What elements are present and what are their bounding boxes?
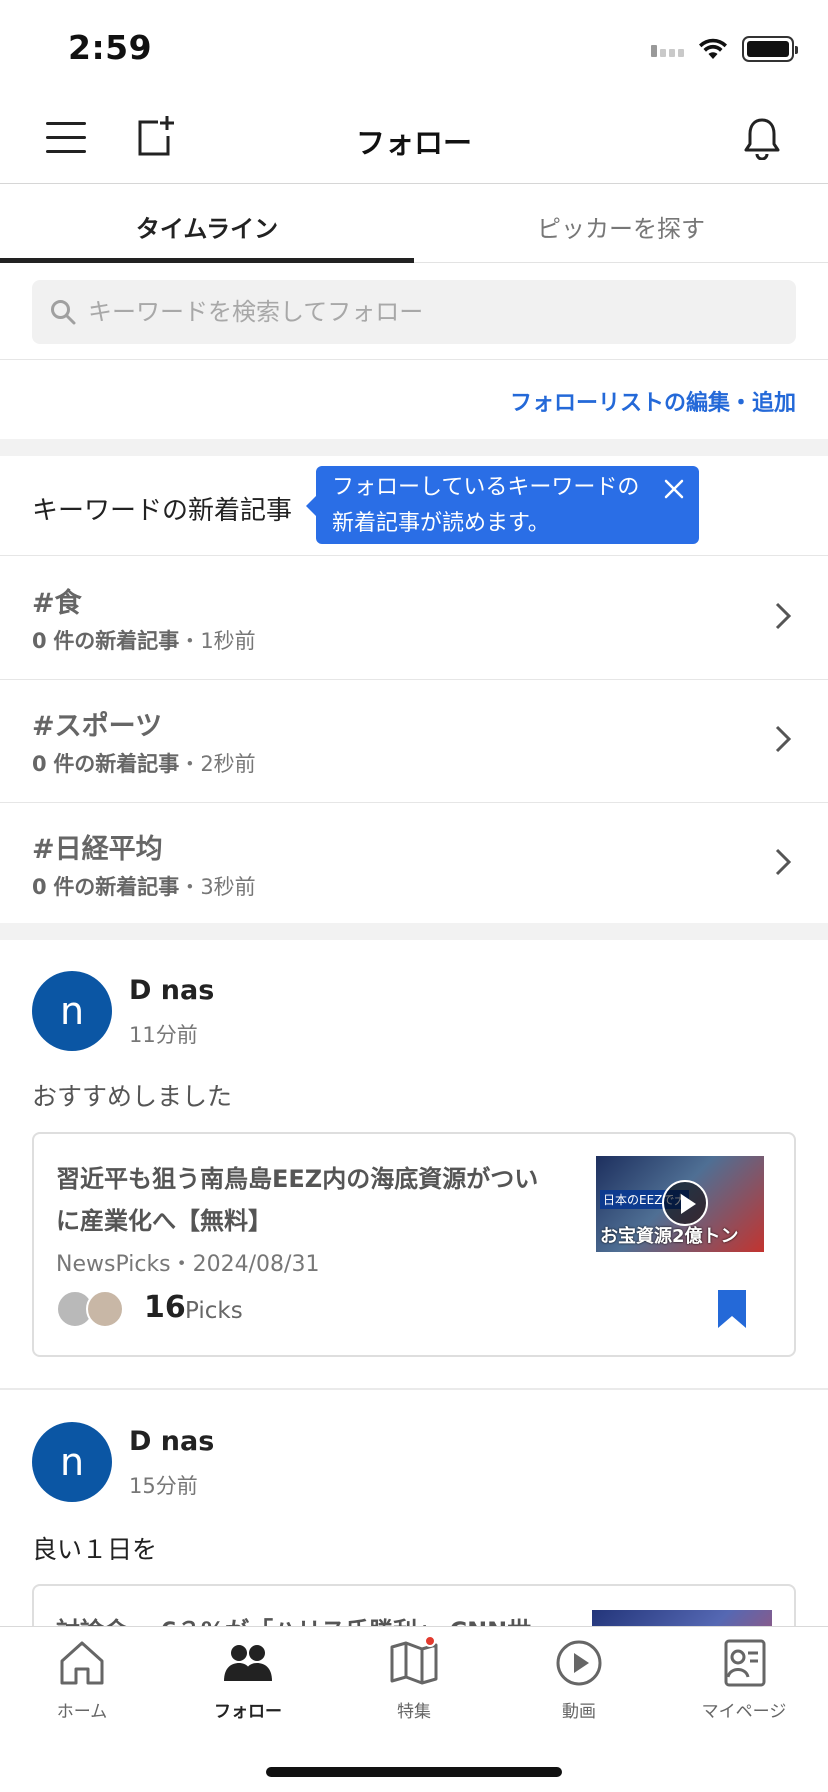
picker-avatars bbox=[56, 1290, 124, 1328]
picks-count: 16 bbox=[144, 1290, 186, 1325]
nav-features[interactable]: 特集 bbox=[354, 1635, 474, 1722]
search-bar[interactable] bbox=[32, 280, 796, 344]
page-title: フォロー bbox=[355, 126, 472, 160]
close-icon[interactable] bbox=[661, 476, 687, 502]
book-icon bbox=[388, 1635, 440, 1689]
section-divider bbox=[0, 439, 828, 456]
battery-icon bbox=[742, 36, 798, 62]
keyword-name: #日経平均 bbox=[32, 834, 163, 865]
nav-mypage[interactable]: マイページ bbox=[684, 1637, 804, 1722]
post-username[interactable]: D nas bbox=[129, 1426, 214, 1457]
post-divider bbox=[0, 1388, 828, 1390]
notification-badge bbox=[424, 1635, 436, 1647]
picks-label: Picks bbox=[185, 1298, 243, 1324]
nav-home[interactable]: ホーム bbox=[22, 1637, 142, 1722]
section-divider bbox=[0, 923, 828, 940]
keyword-row[interactable]: #日経平均 0 件の新着記事・3秒前 bbox=[0, 803, 828, 926]
nav-label: 動画 bbox=[562, 1702, 596, 1722]
chevron-right-icon bbox=[775, 602, 792, 630]
avatar[interactable]: n bbox=[32, 971, 112, 1051]
search-section bbox=[0, 264, 828, 360]
home-icon bbox=[60, 1641, 104, 1685]
tab-timeline[interactable]: タイムライン bbox=[0, 185, 414, 263]
keyword-meta: 0 件の新着記事・3秒前 bbox=[32, 875, 256, 899]
chevron-right-icon bbox=[775, 848, 792, 876]
article-card[interactable]: 習近平も狙う南鳥島EEZ内の海底資源がついに産業化へ【無料】 NewsPicks… bbox=[32, 1132, 796, 1357]
keyword-row[interactable]: #食 0 件の新着記事・1秒前 bbox=[0, 557, 828, 680]
wifi-icon bbox=[699, 38, 727, 59]
post-time: 11分前 bbox=[129, 1023, 198, 1047]
app-header: フォロー bbox=[0, 96, 828, 184]
edit-follow-list-link[interactable]: フォローリストの編集・追加 bbox=[510, 385, 796, 417]
home-indicator bbox=[266, 1767, 562, 1777]
play-icon bbox=[662, 1180, 708, 1226]
thumbnail-caption: お宝資源2億トン bbox=[600, 1226, 739, 1247]
post-time: 15分前 bbox=[129, 1474, 198, 1498]
post-comment: おすすめしました bbox=[32, 1082, 233, 1111]
article-source: NewsPicks・2024/08/31 bbox=[56, 1252, 320, 1277]
nav-follow[interactable]: フォロー bbox=[188, 1637, 308, 1722]
tab-bar: タイムライン ピッカーを探す bbox=[0, 185, 828, 263]
nav-video[interactable]: 動画 bbox=[519, 1637, 639, 1722]
post-username[interactable]: D nas bbox=[129, 975, 214, 1006]
status-bar: 2:59 bbox=[0, 0, 828, 96]
nav-label: ホーム bbox=[56, 1702, 108, 1722]
keyword-meta: 0 件の新着記事・2秒前 bbox=[32, 752, 256, 776]
nav-label: 特集 bbox=[397, 1702, 431, 1722]
keyword-meta: 0 件の新着記事・1秒前 bbox=[32, 629, 256, 653]
article-thumbnail: 日本のEEZで大 お宝資源2億トン bbox=[596, 1156, 764, 1252]
tooltip-line-1: フォローしているキーワードの bbox=[332, 475, 640, 500]
tab-find-pickers[interactable]: ピッカーを探す bbox=[414, 185, 828, 262]
profile-card-icon bbox=[724, 1639, 766, 1687]
status-icons bbox=[651, 36, 798, 62]
keyword-row[interactable]: #スポーツ 0 件の新着記事・2秒前 bbox=[0, 680, 828, 803]
keyword-name: #スポーツ bbox=[32, 711, 163, 742]
search-input[interactable] bbox=[88, 298, 768, 326]
avatar[interactable]: n bbox=[32, 1422, 112, 1502]
play-circle-icon bbox=[556, 1640, 602, 1686]
post-comment: 良い１日を bbox=[32, 1535, 158, 1564]
keyword-tooltip: フォローしているキーワードの 新着記事が読めます。 bbox=[306, 466, 699, 544]
keyword-name: #食 bbox=[32, 588, 82, 619]
nav-label: フォロー bbox=[214, 1702, 282, 1722]
notification-bell-icon[interactable] bbox=[744, 116, 780, 160]
chevron-right-icon bbox=[775, 725, 792, 753]
search-icon bbox=[51, 300, 76, 325]
people-icon bbox=[224, 1645, 272, 1681]
bookmark-icon[interactable] bbox=[716, 1288, 748, 1330]
follow-list-row: フォローリストの編集・追加 bbox=[0, 361, 828, 439]
picker-avatar bbox=[86, 1290, 124, 1328]
keyword-section-title: キーワードの新着記事 bbox=[32, 496, 293, 526]
nav-label: マイページ bbox=[701, 1702, 787, 1722]
tooltip-line-2: 新着記事が読めます。 bbox=[332, 511, 550, 536]
cellular-signal-icon bbox=[651, 41, 684, 57]
article-title: 習近平も狙う南鳥島EEZ内の海底資源がついに産業化へ【無料】 bbox=[56, 1165, 539, 1235]
status-time: 2:59 bbox=[68, 28, 153, 67]
